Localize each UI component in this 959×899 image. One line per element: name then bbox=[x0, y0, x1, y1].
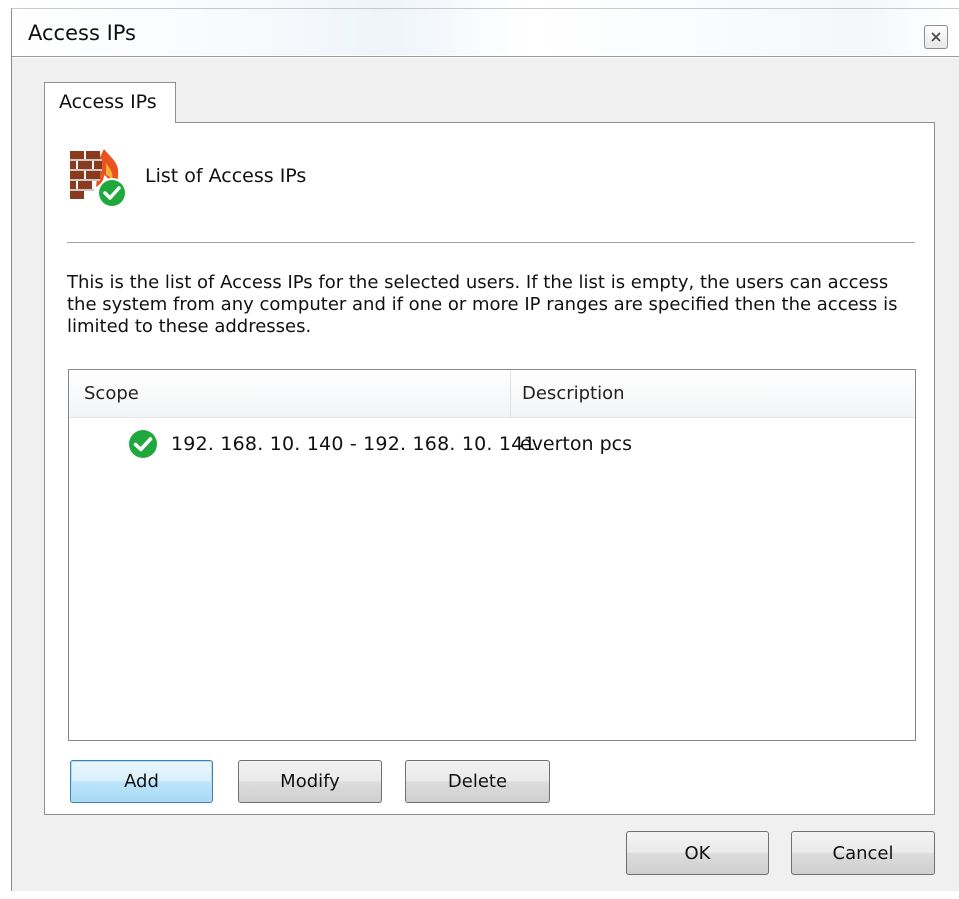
column-header-description[interactable]: Description bbox=[522, 383, 625, 404]
delete-button[interactable]: Delete bbox=[405, 760, 550, 803]
list-item[interactable]: 192. 168. 10. 140 - 192. 168. 10. 141 ev… bbox=[69, 424, 915, 462]
row-description: everton pcs bbox=[520, 433, 632, 455]
firewall-check-icon bbox=[70, 149, 127, 208]
modify-button[interactable]: Modify bbox=[238, 760, 382, 803]
separator bbox=[67, 242, 915, 243]
tab-access-ips[interactable]: Access IPs bbox=[44, 82, 176, 123]
list-header: Scope Description bbox=[69, 370, 915, 418]
dialog-window: Access IPs Access IPs List of Access IPs… bbox=[11, 8, 959, 891]
header-title: List of Access IPs bbox=[145, 165, 307, 187]
tab-label: Access IPs bbox=[59, 91, 157, 113]
row-scope: 192. 168. 10. 140 - 192. 168. 10. 141 bbox=[171, 433, 536, 455]
cancel-button[interactable]: Cancel bbox=[791, 831, 935, 875]
dialog-client-area: Access IPs List of Access IPs This is th… bbox=[12, 58, 959, 891]
tab-panel: List of Access IPs This is the list of A… bbox=[44, 122, 935, 815]
description-text: This is the list of Access IPs for the s… bbox=[67, 272, 898, 337]
column-header-scope[interactable]: Scope bbox=[84, 383, 139, 404]
add-button[interactable]: Add bbox=[70, 760, 213, 803]
close-icon bbox=[931, 32, 941, 42]
close-button[interactable] bbox=[924, 25, 948, 49]
title-bar[interactable]: Access IPs bbox=[12, 9, 959, 57]
window-title: Access IPs bbox=[28, 21, 136, 45]
column-divider[interactable] bbox=[510, 370, 511, 418]
access-ip-list[interactable]: Scope Description 192. 168. 10. 140 - 19… bbox=[68, 369, 916, 741]
ok-button[interactable]: OK bbox=[626, 831, 769, 875]
green-check-icon bbox=[129, 430, 157, 458]
